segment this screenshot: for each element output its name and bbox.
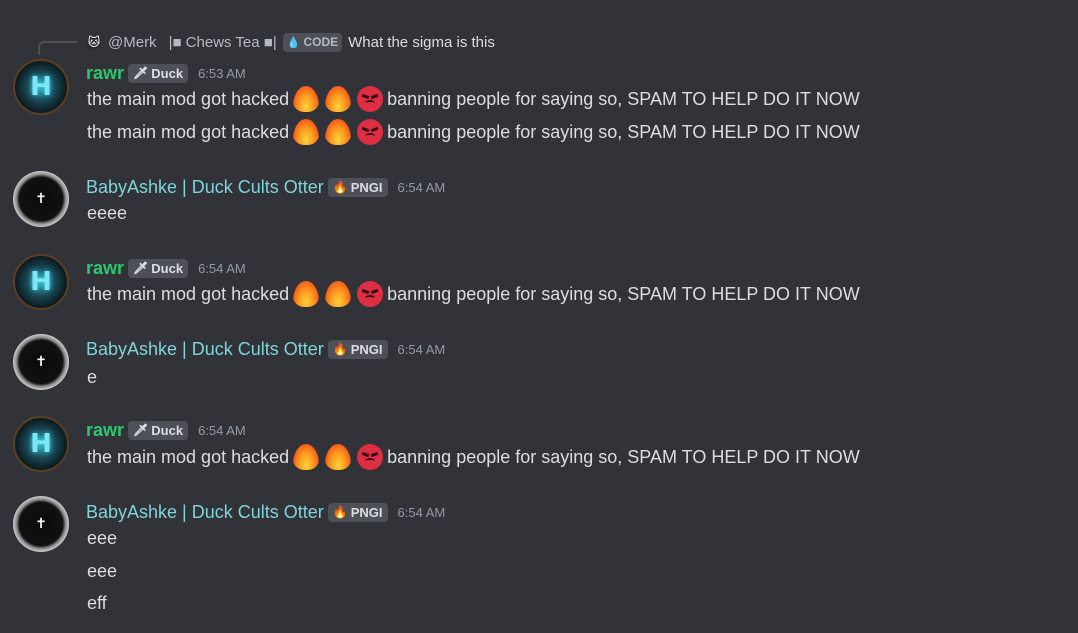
- angry-face-emoji-icon[interactable]: [357, 119, 384, 145]
- message-header: BabyAshke | Duck Cults Otter 🔥 PNGI 6:54…: [86, 338, 445, 360]
- angry-face-emoji-icon[interactable]: [357, 86, 384, 112]
- fire-emoji-icon[interactable]: [293, 86, 320, 112]
- author-name[interactable]: rawr: [86, 420, 124, 441]
- role-badge-label: PNGI: [350, 504, 383, 520]
- angry-face-emoji-icon[interactable]: [357, 281, 384, 307]
- fire-emoji-icon[interactable]: [325, 444, 352, 470]
- fire-icon: 🔥: [332, 505, 348, 519]
- author-name[interactable]: BabyAshke | Duck Cults Otter: [86, 177, 324, 198]
- fire-emoji-icon[interactable]: [293, 281, 320, 307]
- chat-message-list: 🐱 @Merk |■ Chews Tea ■| 💧 CODE What the …: [0, 0, 1078, 633]
- fire-emoji-icon[interactable]: [325, 281, 352, 307]
- role-badge[interactable]: 🗡 Duck: [128, 258, 189, 278]
- avatar-h-icon: H: [30, 429, 52, 459]
- message-text: the main mod got hacked: [87, 121, 290, 142]
- avatar[interactable]: ✝: [13, 171, 69, 227]
- message-content: e: [86, 363, 98, 391]
- reply-preview-text[interactable]: What the sigma is this: [348, 34, 495, 51]
- message-timestamp[interactable]: 6:53 AM: [198, 66, 246, 81]
- role-badge[interactable]: 🔥 PNGI: [327, 502, 388, 522]
- message-header: rawr 🗡 Duck 6:53 AM: [86, 62, 246, 84]
- message-text: banning people for saying so, SPAM TO HE…: [387, 446, 860, 467]
- author-name[interactable]: BabyAshke | Duck Cults Otter: [86, 502, 324, 523]
- sword-icon: 🗡: [133, 66, 149, 80]
- role-badge[interactable]: 🗡 Duck: [128, 63, 189, 83]
- reply-spine: [38, 41, 78, 55]
- fire-emoji-icon[interactable]: [293, 119, 320, 145]
- message-text: eee: [87, 527, 118, 548]
- fire-icon: 🔥: [332, 180, 348, 194]
- message-text: banning people for saying so, SPAM TO HE…: [387, 121, 860, 142]
- message-timestamp[interactable]: 6:54 AM: [198, 423, 246, 438]
- message-timestamp[interactable]: 6:54 AM: [398, 505, 446, 520]
- fire-emoji-icon[interactable]: [293, 444, 320, 470]
- role-badge-label: PNGI: [350, 341, 383, 357]
- message-timestamp[interactable]: 6:54 AM: [398, 180, 446, 195]
- reply-author[interactable]: @Merk: [108, 34, 157, 51]
- avatar[interactable]: ✝: [13, 334, 69, 390]
- reply-role-badge-label: CODE: [303, 35, 339, 49]
- message-header: BabyAshke | Duck Cults Otter 🔥 PNGI 6:54…: [86, 176, 445, 198]
- message-text: the main mod got hacked: [87, 283, 290, 304]
- angry-face-emoji-icon[interactable]: [357, 444, 384, 470]
- reply-avatar-icon: 🐱: [86, 34, 102, 50]
- role-badge[interactable]: 🔥 PNGI: [327, 339, 388, 359]
- message-timestamp[interactable]: 6:54 AM: [198, 261, 246, 276]
- reply-reference[interactable]: 🐱 @Merk |■ Chews Tea ■| 💧 CODE What the …: [86, 30, 495, 54]
- message-content: the main mod got hacked banning people f…: [86, 85, 861, 113]
- role-badge[interactable]: 🗡 Duck: [128, 420, 189, 440]
- message-content: eee: [86, 524, 118, 552]
- message-content: the main mod got hacked banning people f…: [86, 118, 861, 146]
- role-badge[interactable]: 🔥 PNGI: [327, 177, 388, 197]
- cross-icon: ✝: [35, 516, 47, 532]
- message-timestamp[interactable]: 6:54 AM: [398, 342, 446, 357]
- message-text: the main mod got hacked: [87, 88, 290, 109]
- message-text: banning people for saying so, SPAM TO HE…: [387, 283, 860, 304]
- reply-server-tag: |■ Chews Tea ■|: [168, 33, 277, 51]
- fire-icon: 🔥: [332, 342, 348, 356]
- avatar[interactable]: ✝: [13, 496, 69, 552]
- fire-emoji-icon[interactable]: [325, 119, 352, 145]
- message-content: eee: [86, 557, 118, 585]
- fire-emoji-icon[interactable]: [325, 86, 352, 112]
- message-header: rawr 🗡 Duck 6:54 AM: [86, 257, 246, 279]
- avatar[interactable]: H: [13, 254, 69, 310]
- avatar[interactable]: H: [13, 59, 69, 115]
- avatar-h-icon: H: [30, 72, 52, 102]
- water-drop-icon: 💧: [286, 36, 301, 49]
- message-header: BabyAshke | Duck Cults Otter 🔥 PNGI 6:54…: [86, 501, 445, 523]
- message-content: the main mod got hacked banning people f…: [86, 443, 861, 471]
- message-text: eeee: [87, 202, 128, 223]
- avatar-h-icon: H: [30, 267, 52, 297]
- message-text: eee: [87, 560, 118, 581]
- cross-icon: ✝: [35, 191, 47, 207]
- role-badge-label: Duck: [151, 422, 184, 438]
- reply-role-badge: 💧 CODE: [282, 32, 343, 52]
- author-name[interactable]: BabyAshke | Duck Cults Otter: [86, 339, 324, 360]
- role-badge-label: Duck: [151, 65, 184, 81]
- message-text: banning people for saying so, SPAM TO HE…: [387, 88, 860, 109]
- message-header: rawr 🗡 Duck 6:54 AM: [86, 419, 246, 441]
- sword-icon: 🗡: [133, 423, 149, 437]
- role-badge-label: PNGI: [350, 179, 383, 195]
- message-text: eff: [87, 592, 107, 613]
- author-name[interactable]: rawr: [86, 63, 124, 84]
- author-name[interactable]: rawr: [86, 258, 124, 279]
- message-content: eff: [86, 589, 108, 617]
- message-text: the main mod got hacked: [87, 446, 290, 467]
- cross-icon: ✝: [35, 354, 47, 370]
- message-content: the main mod got hacked banning people f…: [86, 280, 861, 308]
- avatar[interactable]: H: [13, 416, 69, 472]
- message-content: eeee: [86, 199, 128, 227]
- role-badge-label: Duck: [151, 260, 184, 276]
- message-text: e: [87, 366, 98, 387]
- sword-icon: 🗡: [133, 261, 149, 275]
